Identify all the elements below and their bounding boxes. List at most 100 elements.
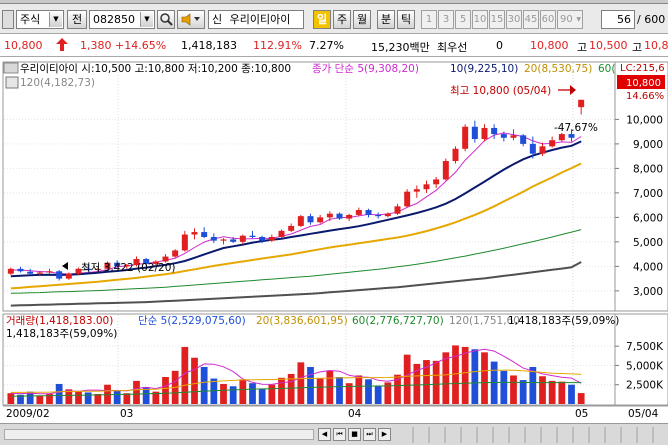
interval-1-button[interactable]: 1 <box>421 10 437 29</box>
candle-body <box>239 235 246 242</box>
volume-legend-ma5: 단순 5(2,529,075,60) <box>138 315 246 327</box>
interval-10-button[interactable]: 10 <box>472 10 488 29</box>
quote-bar: 10,800 1,380 +14.65% 1,418,183 112.91% 7… <box>0 35 668 57</box>
volume-legend-ma60: 60(2,776,727,70) <box>352 315 444 327</box>
candle-body <box>375 214 382 217</box>
panel-menu-icon[interactable] <box>3 62 19 74</box>
current-pct-tag: 14.66% <box>626 91 664 102</box>
market-select[interactable]: 주식 ▼ <box>16 10 64 29</box>
period-minute-button[interactable]: 분 <box>377 10 395 29</box>
chart-svg[interactable]: 3,000 4,000 5,000 6,000 7,000 8,000 9,000 10,00… <box>0 58 668 423</box>
volume-bar <box>133 380 140 404</box>
candle-body <box>568 134 575 138</box>
volume-bar <box>442 352 450 404</box>
speaker-button[interactable] <box>177 10 205 29</box>
candle-body <box>297 216 304 226</box>
interval-90-select[interactable]: 90 ▼ <box>557 10 583 29</box>
candle-body <box>442 161 449 180</box>
interval-90-value: 90 <box>560 14 573 25</box>
chart-area[interactable]: 3,000 4,000 5,000 6,000 7,000 8,000 9,000 10,00… <box>0 58 668 423</box>
interval-60-button[interactable]: 60 <box>540 10 556 29</box>
volume-bar <box>539 376 546 404</box>
last-page-icon[interactable]: ⏭ <box>363 428 376 441</box>
count-input[interactable]: 56 <box>601 10 635 29</box>
volume-bar <box>365 379 372 404</box>
volume-tick-label: 7,500K <box>626 341 664 353</box>
stock-name-field[interactable]: 신 우리이티아이 <box>208 10 304 29</box>
candle-body <box>201 232 208 237</box>
volume-tick-label: 2,500K <box>626 380 664 392</box>
x-tick-label: 2009/02 <box>6 408 50 420</box>
chevron-down-icon[interactable]: ▼ <box>576 11 581 28</box>
volume-bar <box>577 393 585 404</box>
x-tick-label: 05/04 <box>628 408 659 420</box>
volume-bar <box>249 383 256 404</box>
volume-bar <box>374 386 382 404</box>
price-tick-label: 4,000 <box>633 261 663 273</box>
pct-annotation: -47.67% <box>554 122 598 134</box>
period-tick-button[interactable]: 틱 <box>397 10 415 29</box>
interval-3-button[interactable]: 3 <box>438 10 454 29</box>
tool-icons-strip[interactable] <box>398 427 666 443</box>
volume-bar <box>558 381 566 404</box>
interval-45-button[interactable]: 45 <box>523 10 539 29</box>
period-day-button[interactable]: 일 <box>313 10 331 29</box>
chevron-down-icon[interactable]: ▼ <box>49 12 62 27</box>
quote-change-pct: +14.65% <box>115 39 167 52</box>
volume-bar <box>162 377 169 404</box>
interval-15-button[interactable]: 15 <box>489 10 505 29</box>
price-tick-label: 8,000 <box>633 163 663 175</box>
interval-5-button[interactable]: 5 <box>455 10 471 29</box>
calendar-icon[interactable] <box>5 76 19 89</box>
code-input[interactable]: 082850 ▼ <box>89 10 155 29</box>
speaker-icon <box>181 13 200 26</box>
price-legend-ma10: 10(9,225,10) <box>450 63 518 75</box>
quote-amount: 15,230백만 <box>371 41 430 54</box>
quote-volume-ratio: 112.91% <box>253 39 302 52</box>
jeon-button[interactable]: 전 <box>67 10 87 29</box>
code-input-value: 082850 <box>93 13 135 26</box>
price-legend-name: 우리이티아이 시:10,500 고:10,800 저:10,200 종:10,8… <box>20 63 291 75</box>
volume-bar <box>432 360 440 404</box>
period-week-button[interactable]: 주 <box>333 10 351 29</box>
lc-label: LC:215,6 <box>620 63 665 74</box>
x-tick-label: 05 <box>575 408 588 420</box>
candle-body <box>520 135 527 144</box>
quote-bid-label: 최우선 <box>437 41 468 54</box>
price-legend-ma60: 60( <box>598 63 615 75</box>
volume-bar <box>229 386 237 404</box>
price-tick-label: 9,000 <box>633 139 663 151</box>
period-month-button[interactable]: 월 <box>353 10 371 29</box>
volume-bar <box>510 375 517 404</box>
candle-body <box>413 189 420 192</box>
volume-bar <box>55 383 63 404</box>
first-page-icon[interactable]: ⏮ <box>333 428 346 441</box>
stop-icon[interactable]: ■ <box>348 428 361 441</box>
chart-navigation-bar: ◀ ⏮ ■ ⏭ ▶ <box>0 423 668 445</box>
price-legend-ma20: 20(8,530,75) <box>524 63 592 75</box>
volume-bar <box>268 384 276 404</box>
link-icon[interactable] <box>2 10 14 29</box>
quote-low-label: 고 <box>632 41 643 54</box>
chevron-down-icon[interactable]: ▼ <box>140 12 153 27</box>
search-button[interactable] <box>157 10 175 29</box>
interval-30-button[interactable]: 30 <box>506 10 522 29</box>
candle-body <box>27 271 34 274</box>
scroll-left-icon[interactable]: ◀ <box>318 428 331 441</box>
volume-legend-title: 거래량(1,418,183.00) <box>6 315 113 327</box>
candle-body <box>65 273 72 279</box>
candle-body <box>249 235 256 237</box>
quote-change: 1,380 <box>80 39 112 52</box>
volume-bar <box>500 370 508 404</box>
volume-bar <box>471 349 479 404</box>
volume-bar <box>529 366 537 404</box>
candle-body <box>491 127 498 135</box>
low-annotation: 최저 3,422 (02/20) <box>81 262 176 274</box>
candle-body <box>346 214 353 219</box>
volume-bar <box>568 384 575 404</box>
volume-bar <box>278 377 285 404</box>
volume-legend-ma20: 20(3,836,601,95) <box>256 315 348 327</box>
candle-body <box>288 225 295 231</box>
scroll-right-icon[interactable]: ▶ <box>378 428 391 441</box>
horizontal-scrollbar[interactable] <box>4 429 314 440</box>
